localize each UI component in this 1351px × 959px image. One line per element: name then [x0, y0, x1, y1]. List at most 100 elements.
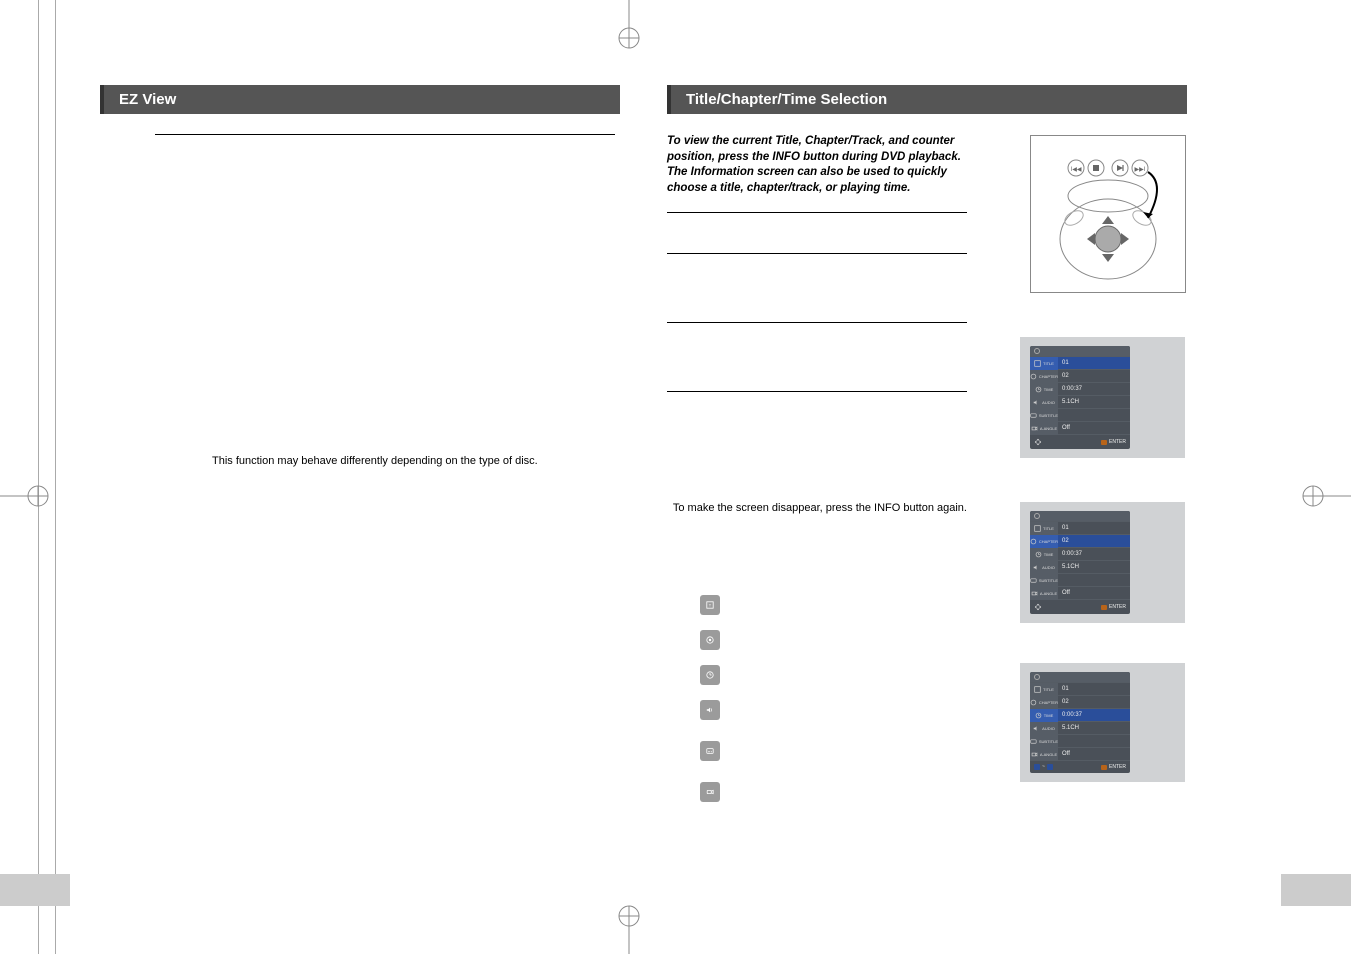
disc-icon	[1034, 674, 1040, 680]
osd-row: CHAPTER02	[1030, 695, 1130, 708]
osd-row-label: A.ANGLE	[1030, 748, 1058, 761]
osd-row-label: TIME	[1030, 709, 1058, 722]
enter-label: ENTER	[1109, 439, 1126, 445]
osd-row-value: 01	[1058, 360, 1130, 366]
osd-row: AUDIO5.1CH	[1030, 560, 1130, 573]
osd-row-value: 0:00:37	[1058, 386, 1130, 392]
remote-diagram: I◀◀ ▶▶I	[1030, 135, 1186, 293]
icon-legend: T	[700, 595, 720, 802]
osd-row-label: AUDIO	[1030, 561, 1058, 574]
osd-row-label: TITLE	[1030, 357, 1058, 370]
osd-row: CHAPTER02	[1030, 369, 1130, 382]
osd-inner: TITLE01CHAPTER02TIME0:00:37AUDIO5.1CHSUB…	[1030, 346, 1130, 449]
divider-2	[667, 253, 967, 254]
osd-row-value: 02	[1058, 538, 1130, 544]
crop-mark-top	[614, 0, 644, 50]
osd-row: AUDIO5.1CH	[1030, 721, 1130, 734]
osd-row: A.ANGLEOff	[1030, 747, 1130, 760]
enter-icon	[1101, 765, 1107, 770]
osd-panel-1: TITLE01CHAPTER02TIME0:00:37AUDIO5.1CHSUB…	[1020, 337, 1185, 458]
osd-row-label: TITLE	[1030, 522, 1058, 535]
osd-row: TITLE01	[1030, 682, 1130, 695]
osd-header	[1030, 672, 1130, 682]
svg-text:T: T	[709, 603, 712, 608]
enter-hint: ENTER	[1101, 438, 1126, 446]
enter-icon	[1101, 440, 1107, 445]
divider-3	[667, 322, 967, 323]
enter-icon	[1101, 605, 1107, 610]
osd-panel-3: TITLE01CHAPTER02TIME0:00:37AUDIO5.1CHSUB…	[1020, 663, 1185, 782]
osd-row: CHAPTER02	[1030, 534, 1130, 547]
gray-marker-right	[1281, 874, 1351, 906]
osd-row: SUBTITLE	[1030, 734, 1130, 747]
osd-row-label: SUBTITLE	[1030, 574, 1058, 587]
osd-row-value: Off	[1058, 590, 1130, 596]
osd-row-label: A.ANGLE	[1030, 587, 1058, 600]
enter-hint: ENTER	[1101, 764, 1126, 770]
left-header: EZ View	[100, 85, 620, 114]
osd-row: TIME0:00:37	[1030, 382, 1130, 395]
osd-row-label: SUBTITLE	[1030, 735, 1058, 748]
note-text: This function may behave differently dep…	[212, 455, 620, 467]
remote-svg: I◀◀ ▶▶I	[1038, 144, 1178, 284]
time-icon	[700, 665, 720, 685]
divider-4	[667, 391, 967, 392]
osd-row-label: A.ANGLE	[1030, 422, 1058, 435]
chapter-icon	[700, 630, 720, 650]
crop-mark-bottom	[614, 904, 644, 954]
left-page: EZ View This function may behave differe…	[100, 85, 620, 467]
osd-row: AUDIO5.1CH	[1030, 395, 1130, 408]
osd-row-label: AUDIO	[1030, 396, 1058, 409]
osd-row-value: 5.1CH	[1058, 564, 1130, 570]
move-hint	[1034, 438, 1042, 446]
divider-1	[667, 212, 967, 213]
trim-line-1	[38, 0, 39, 954]
right-header: Title/Chapter/Time Selection	[667, 85, 1187, 114]
osd-row-label: TITLE	[1030, 683, 1058, 696]
osd-row-label: CHAPTER	[1030, 696, 1058, 709]
enter-label: ENTER	[1109, 764, 1126, 770]
osd-header	[1030, 511, 1130, 521]
osd-row: TITLE01	[1030, 356, 1130, 369]
audio-icon	[700, 700, 720, 720]
svg-text:▶▶I: ▶▶I	[1135, 167, 1146, 173]
crop-mark-left	[0, 481, 50, 511]
title-icon: T	[700, 595, 720, 615]
osd-row-label: CHAPTER	[1030, 370, 1058, 383]
osd-row: A.ANGLEOff	[1030, 421, 1130, 434]
osd-row: A.ANGLEOff	[1030, 586, 1130, 599]
divider-left	[155, 134, 615, 135]
osd-row-value: 5.1CH	[1058, 725, 1130, 731]
osd-row: TIME0:00:37	[1030, 708, 1130, 721]
osd-row-label: AUDIO	[1030, 722, 1058, 735]
osd-row: TITLE01	[1030, 521, 1130, 534]
move-hint: ~	[1034, 764, 1053, 770]
osd-footer: ENTER	[1030, 434, 1130, 449]
osd-row-label: TIME	[1030, 383, 1058, 396]
osd-row-value: 01	[1058, 525, 1130, 531]
osd-row-label: CHAPTER	[1030, 535, 1058, 548]
disappear-note: To make the screen disappear, press the …	[667, 502, 967, 514]
intro-text: To view the current Title, Chapter/Track…	[667, 134, 967, 196]
osd-row: SUBTITLE	[1030, 573, 1130, 586]
osd-row: SUBTITLE	[1030, 408, 1130, 421]
osd-inner: TITLE01CHAPTER02TIME0:00:37AUDIO5.1CHSUB…	[1030, 672, 1130, 773]
osd-row-value: 0:00:37	[1058, 712, 1130, 718]
osd-row-value: 02	[1058, 373, 1130, 379]
osd-row-value: 02	[1058, 699, 1130, 705]
osd-row-value: 01	[1058, 686, 1130, 692]
crop-mark-right	[1301, 481, 1351, 511]
osd-panel-2: TITLE01CHAPTER02TIME0:00:37AUDIO5.1CHSUB…	[1020, 502, 1185, 623]
disc-icon	[1034, 513, 1040, 519]
angle-icon	[700, 782, 720, 802]
move-hint	[1034, 603, 1042, 611]
enter-hint: ENTER	[1101, 603, 1126, 611]
osd-row-value: Off	[1058, 425, 1130, 431]
osd-row: TIME0:00:37	[1030, 547, 1130, 560]
subtitle-icon	[700, 741, 720, 761]
osd-row-value: 5.1CH	[1058, 399, 1130, 405]
osd-row-value: Off	[1058, 751, 1130, 757]
osd-row-label: TIME	[1030, 548, 1058, 561]
osd-footer: ENTER	[1030, 599, 1130, 614]
disc-icon	[1034, 348, 1040, 354]
